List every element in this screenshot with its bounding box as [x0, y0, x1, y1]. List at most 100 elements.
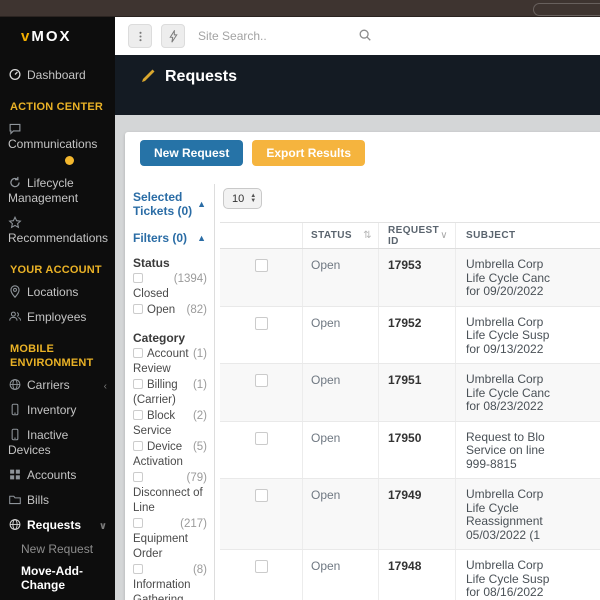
notification-dot [65, 156, 74, 165]
row-checkbox[interactable] [254, 489, 268, 502]
filter-label: Closed [133, 287, 169, 300]
sidebar-item-employees[interactable]: Employees [0, 305, 115, 330]
subject-cell: Umbrella Corp Life Cycle Reassignment 05/03… [455, 479, 600, 549]
table-row[interactable]: Open 17951 Umbrella Corp Life Cycle Canc f… [220, 364, 600, 422]
table-row[interactable]: Open 17952 Umbrella Corp Life Cycle Susp f… [220, 306, 600, 364]
sidebar-item-label: Inventory [27, 403, 77, 417]
sidebar-item-communications[interactable]: Communications [0, 117, 115, 171]
sidebar-nav: Dashboard ACTION CENTER Communications L… [0, 55, 115, 600]
checkbox[interactable] [133, 563, 143, 574]
new-request-button[interactable]: New Request [140, 140, 244, 166]
sidebar-item-label: Requests [27, 518, 82, 532]
checkbox[interactable] [133, 347, 143, 358]
sort-desc-icon[interactable]: ∨ [440, 230, 448, 241]
selected-tickets-toggle[interactable]: Selected Tickets (0) ▲ [133, 188, 207, 229]
checkbox[interactable] [133, 409, 143, 420]
table-row[interactable]: Open 17950 Request to Blo Service on line… [220, 421, 600, 479]
logo-prefix: v [21, 27, 32, 45]
table-row[interactable]: Open 17948 Umbrella Corp Life Cycle Susp f… [220, 550, 600, 600]
status-cell: Open [302, 306, 378, 363]
logo-rest: MOX [31, 27, 72, 45]
sort-icon[interactable]: ⇅ [363, 230, 372, 241]
more-options-button[interactable] [128, 24, 152, 48]
subject-line: Life Cycle Canc [466, 270, 551, 285]
toolbar: New Request Export Results [140, 140, 600, 166]
site-search-input[interactable] [198, 29, 353, 43]
filter-item[interactable]: (1) Billing (Carrier) [133, 377, 207, 408]
sidebar-item-label: Bills [27, 493, 50, 507]
sidebar-subitem-move-add-change[interactable]: Move-Add-Change [0, 560, 115, 596]
row-checkbox[interactable] [254, 259, 268, 272]
column-header-status[interactable]: STATUS ⇅ [302, 223, 378, 248]
filter-group-status: Status (1394) Closed (82) Open [133, 256, 207, 318]
sidebar-section-action-center: ACTION CENTER [10, 101, 104, 113]
sidebar-item-dashboard[interactable]: Dashboard [0, 63, 115, 88]
requests-table: STATUS ⇅ REQUEST ID ∨ SUBJECT Open 17953 U… [220, 222, 600, 600]
checkbox[interactable] [133, 440, 143, 451]
column-header-request-id[interactable]: REQUEST ID ∨ [378, 223, 455, 248]
filter-item[interactable]: (5) Device Activation [133, 439, 207, 470]
filter-label: Equipment Order [133, 532, 188, 560]
column-label: STATUS [311, 230, 352, 241]
request-id-cell: 17950 [378, 421, 455, 478]
filter-item[interactable]: (79) Disconnect of Line [133, 470, 207, 516]
sidebar-item-label: Accounts [27, 468, 77, 482]
row-checkbox[interactable] [254, 374, 268, 387]
subject-line: Life Cycle Susp [466, 571, 550, 586]
subject-line: for 08/16/2022 [466, 585, 544, 599]
subject-cell: Umbrella Corp Life Cycle Canc for 09/20/20… [455, 249, 600, 306]
subject-line: Umbrella Corp [466, 257, 544, 271]
filter-panel: Selected Tickets (0) ▲ Filters (0) ▲ Sta… [125, 184, 214, 600]
sidebar-item-locations[interactable]: Locations [0, 280, 115, 305]
filter-item[interactable]: (1394) Closed [133, 271, 207, 302]
collapse-up-icon: ▲ [197, 233, 206, 243]
sidebar-item-bills[interactable]: Bills [0, 488, 115, 513]
checkbox[interactable] [133, 471, 143, 482]
sidebar-section-your-account: YOUR ACCOUNT [10, 264, 102, 276]
sidebar-item-carriers[interactable]: Carriers ‹ [0, 373, 115, 398]
page-header: Requests [115, 55, 600, 115]
phone-icon [8, 428, 22, 441]
filter-item[interactable]: (1) Account Review [133, 346, 207, 377]
sidebar-subitem-new-request[interactable]: New Request [0, 538, 115, 560]
subject-line: for 09/13/2022 [466, 341, 544, 356]
filter-item[interactable]: (8) Information Gathering [133, 562, 207, 600]
table-row[interactable]: Open 17953 Umbrella Corp Life Cycle Canc f… [220, 249, 600, 307]
filters-toggle[interactable]: Filters (0) ▲ [133, 229, 207, 256]
search-icon[interactable] [358, 28, 372, 47]
sidebar-item-inventory[interactable]: Inventory [0, 398, 115, 423]
sidebar-item-recommendations[interactable]: Recommendations [0, 211, 115, 251]
checkbox[interactable] [133, 517, 143, 528]
table-body: Open 17953 Umbrella Corp Life Cycle Canc f… [220, 249, 600, 600]
sidebar-item-requests[interactable]: Requests ∨ [0, 513, 115, 538]
sidebar-item-accounts[interactable]: Accounts [0, 463, 115, 488]
page-size-value: 10 [232, 192, 245, 205]
checkbox[interactable] [133, 303, 143, 314]
column-header-subject[interactable]: SUBJECT [455, 223, 600, 248]
globe-icon [8, 518, 22, 531]
sidebar-item-lifecycle-management[interactable]: Lifecycle Management [0, 171, 115, 211]
row-checkbox[interactable] [254, 431, 268, 445]
filter-list-category: (1) Account Review (1) Billing (Carrier) (… [133, 346, 207, 600]
row-checkbox[interactable] [254, 316, 268, 330]
checkbox[interactable] [133, 378, 143, 389]
quick-actions-button[interactable] [161, 24, 185, 48]
request-id-cell: 17949 [378, 479, 455, 549]
sidebar-subitem-orders[interactable]: Orders [0, 596, 115, 600]
filter-group-title: Status [133, 256, 170, 270]
filter-item[interactable]: (2) Block Service [133, 408, 207, 439]
filter-count: (1) [192, 347, 207, 360]
row-checkbox[interactable] [254, 560, 268, 573]
page-size-select[interactable]: 10 ▲ ▼ [223, 188, 263, 209]
filter-item[interactable]: (217) Equipment Order [133, 516, 207, 562]
checkbox[interactable] [133, 272, 143, 283]
export-results-button[interactable]: Export Results [252, 140, 366, 166]
subject-line: Request to Blo [466, 429, 545, 444]
sidebar-item-inactive-devices[interactable]: Inactive Devices [0, 423, 115, 463]
filter-list-status: (1394) Closed (82) Open [133, 271, 207, 318]
chevron-left-icon: ‹ [103, 381, 107, 392]
filter-item[interactable]: (82) Open [133, 302, 207, 318]
dots-vertical-icon [134, 30, 147, 43]
phone-icon [8, 403, 22, 416]
table-row[interactable]: Open 17949 Umbrella Corp Life Cycle Reassi… [220, 479, 600, 550]
